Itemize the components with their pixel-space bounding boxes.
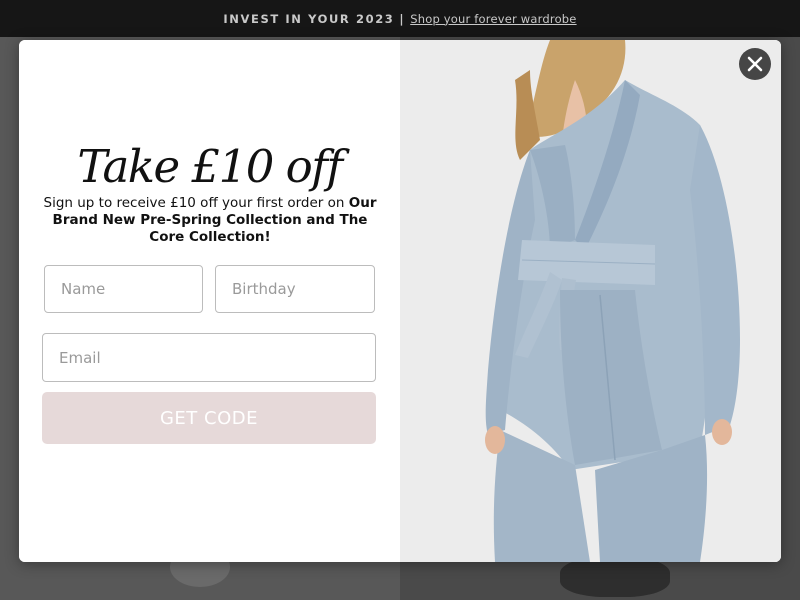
email-field[interactable] xyxy=(42,333,376,382)
announcement-text: INVEST IN YOUR 2023 xyxy=(223,11,395,26)
announcement-bar: INVEST IN YOUR 2023 | Shop your forever … xyxy=(0,0,800,37)
name-field[interactable] xyxy=(44,265,203,313)
announcement-separator: | xyxy=(399,11,406,26)
popup-headline: Take £10 off xyxy=(77,140,343,193)
background-skirt-shape xyxy=(560,557,670,597)
shop-wardrobe-link[interactable]: Shop your forever wardrobe xyxy=(410,12,576,26)
popup-subtext-plain: Sign up to receive £10 off your first or… xyxy=(43,195,349,211)
close-popup-button[interactable] xyxy=(739,48,771,80)
close-icon xyxy=(747,56,763,72)
get-code-button[interactable]: GET CODE xyxy=(42,392,376,444)
popup-form-pane: Take £10 off Sign up to receive £10 off … xyxy=(19,40,400,562)
signup-popup: Take £10 off Sign up to receive £10 off … xyxy=(19,40,781,562)
birthday-field[interactable] xyxy=(215,265,375,313)
model-denim-illustration xyxy=(400,40,781,562)
popup-subtext: Sign up to receive £10 off your first or… xyxy=(43,195,377,246)
popup-model-image xyxy=(400,40,781,562)
